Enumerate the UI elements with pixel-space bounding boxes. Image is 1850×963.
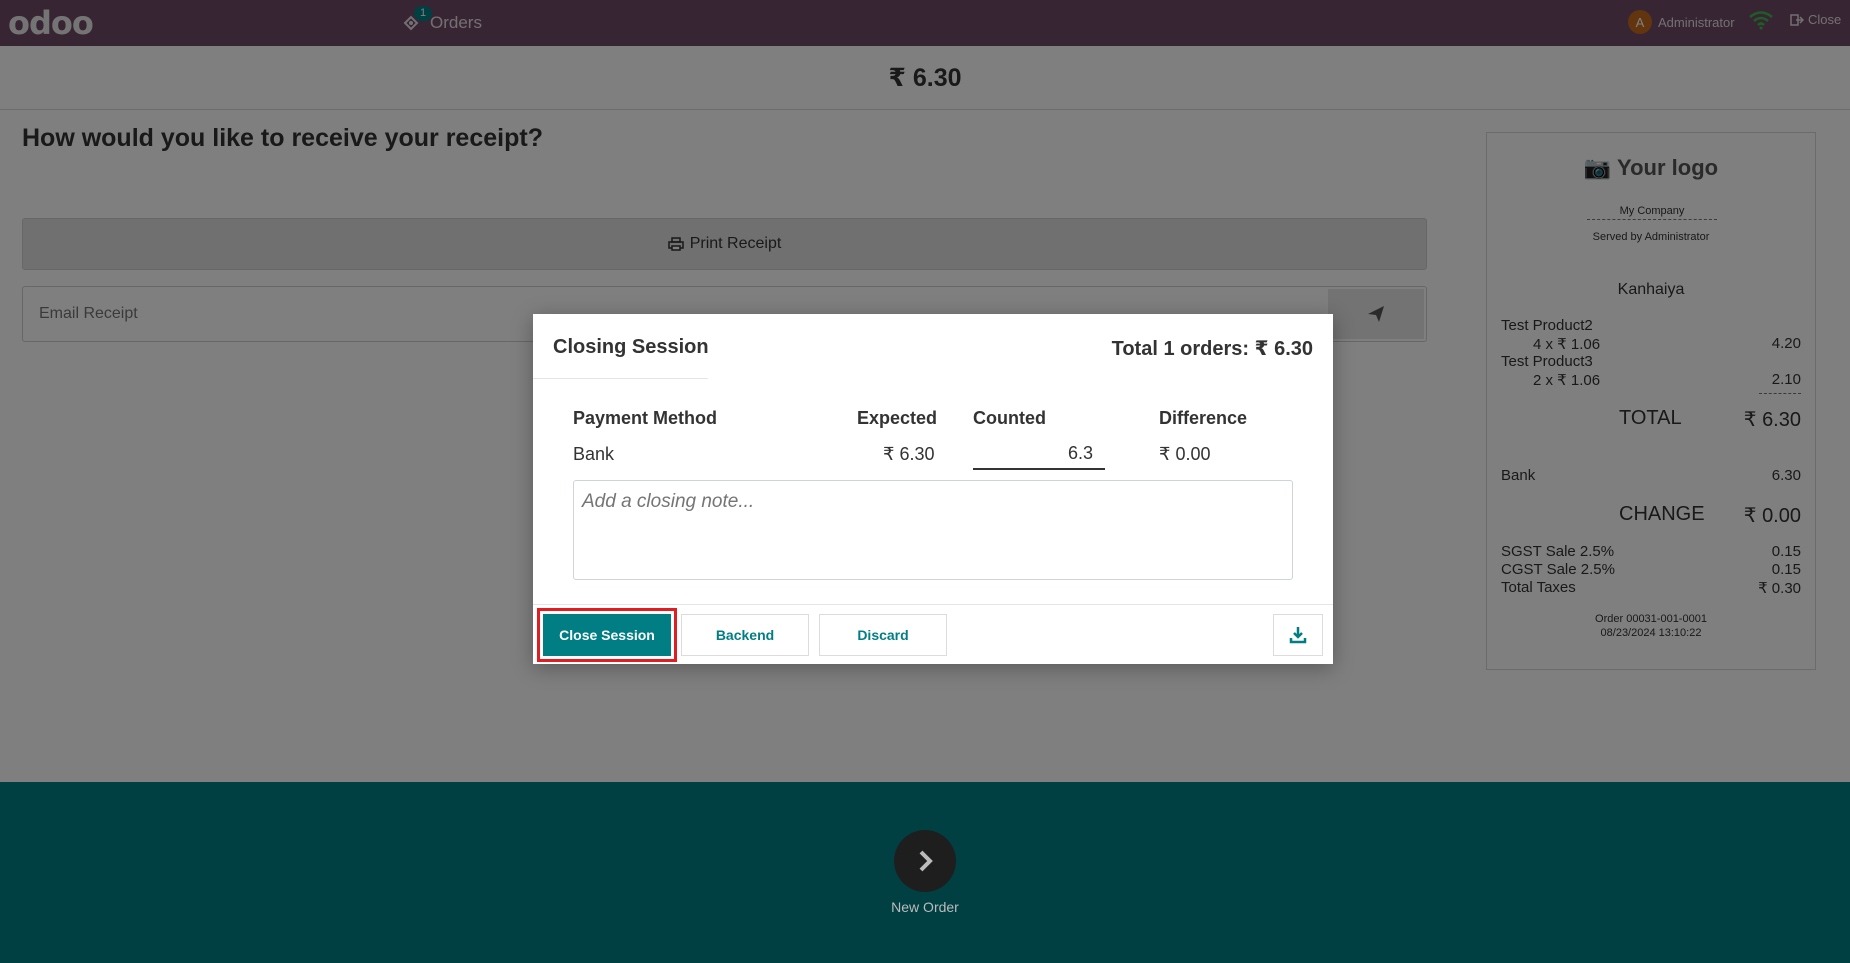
- row-payment-method: Bank: [573, 444, 615, 464]
- header-payment-method: Payment Method: [573, 408, 718, 428]
- backend-button[interactable]: Backend: [681, 614, 809, 656]
- title-divider: [533, 378, 708, 379]
- close-session-button[interactable]: Close Session: [537, 608, 677, 662]
- download-button[interactable]: [1273, 614, 1323, 656]
- row-expected: ₹ 6.30: [883, 444, 935, 464]
- discard-button[interactable]: Discard: [819, 614, 947, 656]
- dialog-title: Closing Session: [553, 336, 709, 358]
- new-order-label: New Order: [891, 899, 959, 915]
- header-counted: Counted: [973, 408, 1046, 428]
- counted-amount-input[interactable]: [973, 438, 1105, 470]
- closing-note-textarea[interactable]: [573, 480, 1293, 580]
- dialog-orders-total: Total 1 orders: ₹ 6.30: [1111, 338, 1313, 360]
- download-icon: [1289, 627, 1307, 644]
- new-order-button[interactable]: [894, 830, 956, 892]
- dialog-footer: Close Session Backend Discard: [533, 604, 1333, 664]
- closing-session-dialog: Closing Session Total 1 orders: ₹ 6.30 P…: [533, 314, 1333, 664]
- row-difference: ₹ 0.00: [1159, 444, 1211, 464]
- header-expected: Expected: [857, 408, 938, 428]
- chevron-right-icon: [919, 850, 933, 872]
- header-difference: Difference: [1159, 408, 1248, 428]
